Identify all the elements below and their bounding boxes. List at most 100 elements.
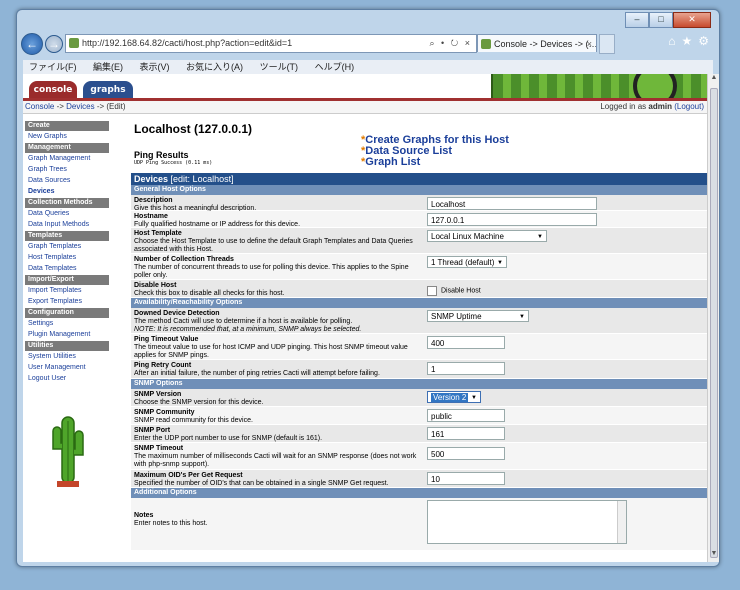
form-header: Devices [edit: Localhost] (131, 173, 707, 185)
sidebar-item-graph-templates[interactable]: Graph Templates (25, 242, 109, 252)
snmp-port-input[interactable]: 161 (427, 427, 505, 440)
ping-retry-input[interactable]: 1 (427, 362, 505, 375)
row-snmp-port: SNMP Port Enter the UDP port number to us… (131, 425, 707, 443)
address-tools-icon[interactable]: ⌕ • ↻ × (429, 35, 472, 52)
tab-favicon-icon (481, 39, 491, 49)
menu-file[interactable]: ファイル(F) (29, 62, 77, 72)
breadcrumb-current: (Edit) (106, 102, 126, 111)
row-snmp-version: SNMP Version Choose the SNMP version for … (131, 389, 707, 407)
disable-host-checkbox[interactable] (427, 285, 437, 296)
sidebar-header-create: Create (25, 121, 109, 131)
sidebar-item-plugin-management[interactable]: Plugin Management (25, 330, 109, 340)
threads-help: The number of concurrent threads to use … (134, 264, 409, 279)
notes-help: Enter notes to this host. (134, 520, 208, 527)
sidebar-header-import-export: Import/Export (25, 275, 109, 285)
chevron-down-icon: ▼ (537, 234, 543, 240)
sidebar-item-import-templates[interactable]: Import Templates (25, 286, 109, 296)
sidebar-item-graph-management[interactable]: Graph Management (25, 154, 109, 164)
breadcrumb-devices[interactable]: Devices (66, 102, 94, 111)
ping-timeout-input[interactable]: 400 (427, 336, 505, 349)
notes-textarea[interactable] (427, 500, 627, 544)
tab-close-icon[interactable]: × (587, 35, 592, 52)
section-availability: Availability/Reachability Options (131, 298, 707, 308)
sidebar-item-devices[interactable]: Devices (25, 187, 109, 197)
sidebar-item-settings[interactable]: Settings (25, 319, 109, 329)
menu-help[interactable]: ヘルプ(H) (315, 62, 355, 72)
threads-select[interactable]: 1 Thread (default) ▼ (427, 256, 507, 268)
logout-link[interactable]: (Logout) (674, 102, 704, 111)
snmp-community-input[interactable]: public (427, 409, 505, 422)
description-label: Description (134, 197, 173, 204)
downed-detection-select[interactable]: SNMP Uptime ▼ (427, 310, 529, 322)
max-oids-label: Maximum OID's Per Get Request (134, 472, 243, 479)
breadcrumb-console[interactable]: Console (25, 102, 54, 111)
sidebar-item-logout-user[interactable]: Logout User (25, 374, 109, 384)
sidebar-item-data-queries[interactable]: Data Queries (25, 209, 109, 219)
close-window-button[interactable]: ✕ (673, 12, 711, 28)
new-tab-button[interactable] (599, 34, 615, 54)
sidebar-header-management: Management (25, 143, 109, 153)
scrollbar-thumb[interactable] (710, 88, 718, 558)
hostname-help: Fully qualified hostname or IP address f… (134, 221, 301, 228)
hostname-input[interactable]: 127.0.0.1 (427, 213, 597, 226)
host-template-help: Choose the Host Template to use to defin… (134, 238, 413, 253)
scroll-up-icon[interactable]: ▲ (708, 74, 719, 86)
address-bar[interactable]: http://192.168.64.82/cacti/host.php?acti… (65, 34, 477, 53)
minimize-button[interactable]: – (625, 12, 649, 28)
login-user: admin (648, 102, 672, 111)
downed-help: The method Cacti will use to determine i… (134, 318, 353, 325)
sidebar-header-configuration: Configuration (25, 308, 109, 318)
sidebar-item-system-utilities[interactable]: System Utilities (25, 352, 109, 362)
max-oids-input[interactable]: 10 (427, 472, 505, 485)
sidebar-item-data-sources[interactable]: Data Sources (25, 176, 109, 186)
disable-host-help: Check this box to disable all checks for… (134, 290, 285, 297)
ping-status: UDP Ping Success (0.11 ms) (134, 160, 213, 166)
menu-view[interactable]: 表示(V) (140, 62, 170, 72)
row-max-oids: Maximum OID's Per Get Request Specified t… (131, 470, 707, 488)
caption-buttons: – □ ✕ (625, 12, 711, 28)
disable-host-checkbox-label: Disable Host (441, 287, 481, 295)
browser-window: – □ ✕ ← → http://192.168.64.82/cacti/hos… (16, 9, 720, 567)
menu-favorites[interactable]: お気に入り(A) (186, 62, 243, 72)
page-scrollbar[interactable]: ▲ ▼ (707, 74, 719, 562)
ping-timeout-label: Ping Timeout Value (134, 336, 199, 343)
section-additional: Additional Options (131, 488, 707, 498)
snmp-version-label: SNMP Version (134, 391, 182, 398)
breadcrumb: Console -> Devices -> (Edit) Logged in a… (23, 101, 707, 114)
snmp-timeout-input[interactable]: 500 (427, 447, 505, 460)
host-template-select[interactable]: Local Linux Machine ▼ (427, 230, 547, 242)
sidebar-item-host-templates[interactable]: Host Templates (25, 253, 109, 263)
sidebar-item-user-management[interactable]: User Management (25, 363, 109, 373)
browser-tab-active[interactable]: Console -> Devices -> (… × (477, 34, 597, 52)
snmp-version-select[interactable]: Version 2 ▼ (427, 391, 481, 403)
host-template-label: Host Template (134, 230, 182, 237)
forward-button[interactable]: → (45, 35, 63, 53)
notes-scrollbar[interactable] (617, 501, 626, 543)
snmp-version-help: Choose the SNMP version for this device. (134, 399, 264, 406)
row-ping-retry: Ping Retry Count After an initial failure… (131, 360, 707, 379)
cactus-logo-icon (52, 416, 84, 487)
row-notes: Notes Enter notes to this host. (131, 498, 707, 551)
graph-list-link[interactable]: *Graph List (361, 157, 509, 168)
row-snmp-timeout: SNMP Timeout The maximum number of millis… (131, 443, 707, 470)
menu-edit[interactable]: 編集(E) (93, 62, 123, 72)
chevron-down-icon: ▼ (519, 314, 525, 320)
cacti-banner-logo (491, 74, 707, 108)
row-downed-detection: Downed Device Detection The method Cacti … (131, 308, 707, 334)
back-button[interactable]: ← (21, 33, 43, 55)
description-input[interactable]: Localhost (427, 197, 597, 210)
maximize-button[interactable]: □ (649, 12, 673, 28)
sidebar-item-data-input-methods[interactable]: Data Input Methods (25, 220, 109, 230)
home-favorites-settings-icon[interactable]: ⌂★⚙ (668, 34, 715, 48)
menu-tools[interactable]: ツール(T) (260, 62, 299, 72)
scroll-down-icon[interactable]: ▼ (708, 550, 719, 562)
sidebar-item-new-graphs[interactable]: New Graphs (25, 132, 109, 142)
sidebar-item-data-templates[interactable]: Data Templates (25, 264, 109, 274)
snmp-timeout-help: The maximum number of milliseconds Cacti… (134, 453, 417, 468)
sidebar-item-graph-trees[interactable]: Graph Trees (25, 165, 109, 175)
row-hostname: Hostname Fully qualified hostname or IP a… (131, 211, 707, 228)
breadcrumb-separator: -> (54, 102, 67, 111)
row-ping-timeout: Ping Timeout Value The timeout value to u… (131, 334, 707, 360)
disable-host-label: Disable Host (134, 282, 177, 289)
sidebar-item-export-templates[interactable]: Export Templates (25, 297, 109, 307)
